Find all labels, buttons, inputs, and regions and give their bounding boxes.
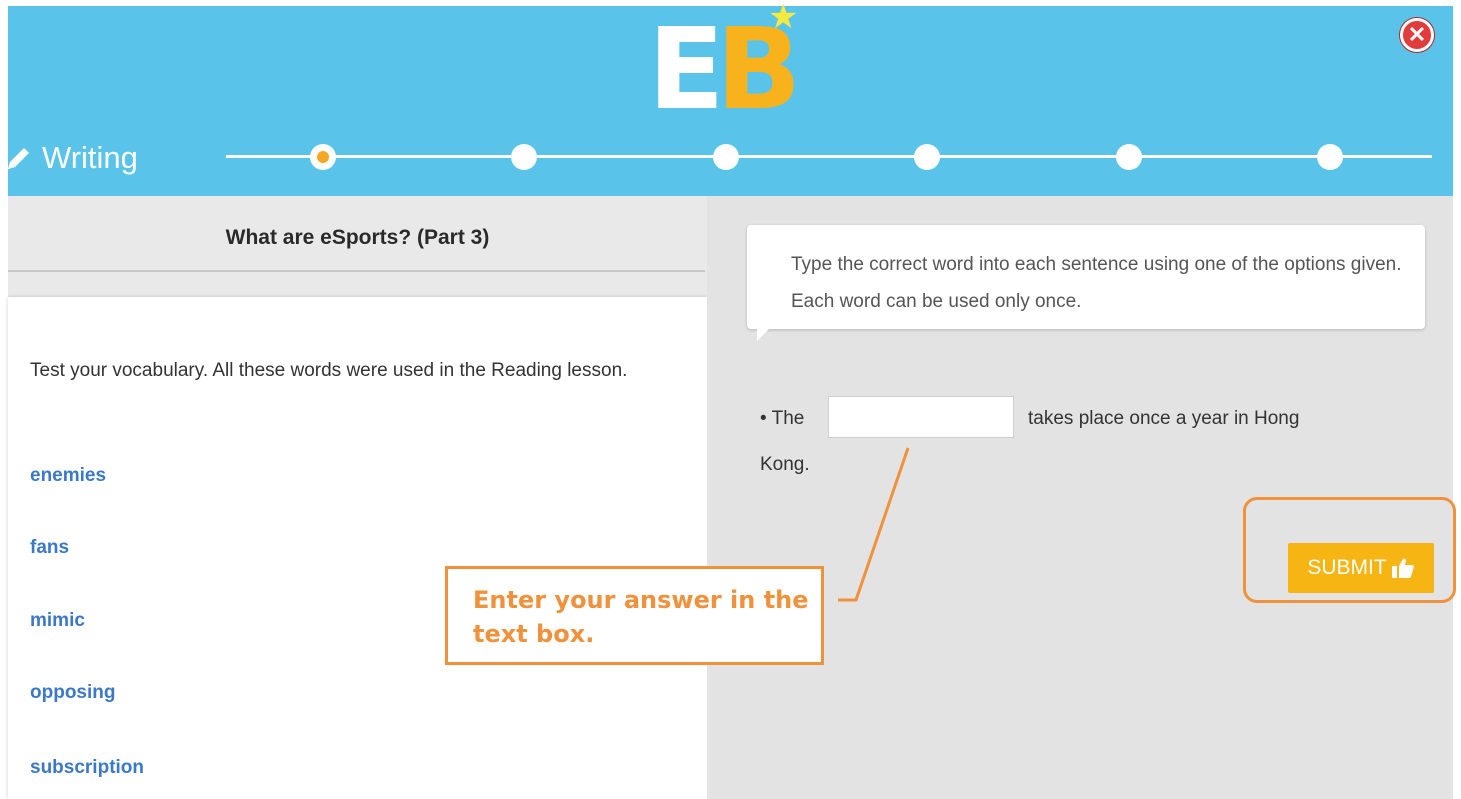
close-button[interactable]: ✕ <box>1400 18 1434 52</box>
vocab-word[interactable]: subscription <box>30 757 144 779</box>
submit-highlight-frame <box>1243 497 1456 603</box>
sentence-end: takes place once a year in Hong <box>1028 408 1300 429</box>
progress-track <box>226 155 1432 158</box>
progress-step[interactable] <box>511 144 537 170</box>
progress-step[interactable] <box>1317 144 1343 170</box>
logo-letter-e: E <box>648 5 724 135</box>
vocab-word[interactable]: mimic <box>30 610 85 632</box>
logo-star-icon: ★ <box>768 0 799 36</box>
passage-intro: Test your vocabulary. All these words we… <box>30 360 628 381</box>
progress-step[interactable] <box>1116 144 1142 170</box>
passage-title: What are eSports? (Part 3) <box>225 226 490 249</box>
vocab-word[interactable]: enemies <box>30 465 106 487</box>
sentence-end-continued: Kong. <box>760 454 810 475</box>
progress-step[interactable] <box>713 144 739 170</box>
answer-input[interactable] <box>828 396 1014 438</box>
section-heading: Writing <box>4 138 138 178</box>
bubble-tail <box>757 327 771 341</box>
vocab-word[interactable]: opposing <box>30 682 115 704</box>
vocab-word[interactable]: fans <box>30 537 69 559</box>
section-title: Writing <box>42 140 138 175</box>
callout-text: Enter your answer in the text box. <box>473 586 809 648</box>
progress-step[interactable] <box>914 144 940 170</box>
close-icon: ✕ <box>1407 22 1427 47</box>
progress-step[interactable] <box>310 144 336 170</box>
sentence-start: • The <box>760 408 805 429</box>
eb-logo: E B ★ <box>648 0 828 135</box>
instruction-text: Type the correct word into each sentence… <box>791 254 1402 312</box>
tutorial-callout: Enter your answer in the text box. <box>445 566 824 665</box>
title-divider <box>8 270 705 272</box>
pencil-icon <box>8 148 29 169</box>
